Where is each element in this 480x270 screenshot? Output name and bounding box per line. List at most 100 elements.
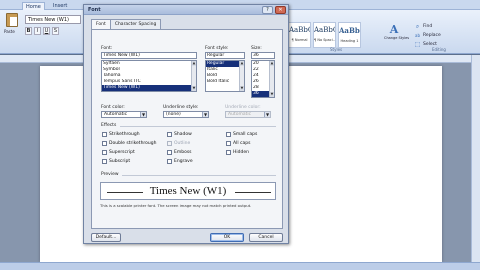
editing-group: ⌕ Find ab Replace ⬚ Select [414,22,476,49]
size-list[interactable]: 20 22 24 26 28 36 ▲ ▼ [251,60,275,98]
scroll-down-icon[interactable]: ▼ [240,86,244,91]
strikethrough-icon[interactable]: S [52,27,59,35]
font-name-input[interactable]: Times New (W1) [101,52,197,59]
checkbox-label: Hidden [233,150,249,155]
binoculars-icon: ⌕ [415,23,420,30]
style-normal[interactable]: AaBbCcI ¶ Normal [288,22,311,48]
checkbox-box [102,132,107,137]
strikethrough-checkbox[interactable]: Strikethrough [102,132,140,137]
close-button[interactable]: ✕ [275,6,286,14]
word-window: Home Insert Paste Times New (W1) B I U S… [0,0,480,270]
scroll-up-icon[interactable]: ▲ [192,61,196,66]
checkbox-box [167,141,172,146]
paste-button[interactable]: Paste [4,13,20,39]
checkbox-box [102,141,107,146]
outline-checkbox[interactable]: Outline [167,141,190,146]
style-no-spacing[interactable]: AaBbCcI ¶ No Spaci... [313,22,336,48]
font-color-select[interactable]: Automatic ▼ [101,111,147,118]
font-style-label: Font style: [205,46,229,51]
underline-style-value: (none) [166,112,181,117]
checkbox-box [226,141,231,146]
preview-divider [122,175,276,176]
bold-icon[interactable]: B [25,27,32,35]
underline-icon[interactable]: U [43,27,50,35]
scroll-down-icon[interactable]: ▼ [270,92,274,97]
font-label: Font: [101,46,113,51]
style-sample: AaBbCc [339,26,360,35]
style-sample: AaBbCcI [314,26,335,34]
checkbox-label: Small caps [233,132,258,137]
chevron-down-icon: ▼ [264,112,270,117]
checkbox-label: Strikethrough [109,132,140,137]
checkbox-box [226,132,231,137]
replace-button[interactable]: ab Replace [414,31,476,40]
double-strikethrough-checkbox[interactable]: Double strikethrough [102,141,156,146]
ribbon-tab-home[interactable]: Home [22,2,45,10]
replace-icon: ab [415,33,420,38]
status-bar [0,262,480,270]
font-name-list[interactable]: Sylfaen Symbol Tahoma Tempus Sans ITC Ti… [101,60,197,92]
checkbox-box [102,150,107,155]
hidden-checkbox[interactable]: Hidden [226,150,249,155]
style-heading-1[interactable]: AaBbCc Heading 1 [338,22,361,48]
checkbox-label: Outline [174,141,191,146]
font-tab-panel: Font: Times New (W1) Sylfaen Symbol Taho… [91,29,283,229]
emboss-checkbox[interactable]: Emboss [167,150,192,155]
font-style-list[interactable]: Regular Italic Bold Bold Italic ▲ ▼ [205,60,245,92]
italic-icon[interactable]: I [34,27,41,35]
checkbox-box [167,159,172,164]
change-styles-label: Change Styles [384,36,410,40]
effects-label: Effects [101,123,117,128]
preview-label: Preview [101,172,119,177]
clipboard-icon [6,13,18,27]
help-button[interactable]: ? [262,6,273,14]
cancel-button[interactable]: Cancel [249,233,283,242]
subscript-checkbox[interactable]: Subscript [102,159,130,164]
tab-character-spacing[interactable]: Character Spacing [109,19,162,29]
size-list-scrollbar[interactable]: ▲ ▼ [269,61,274,97]
dialog-tabs: Font Character Spacing [91,19,162,30]
underline-color-label: Underline color: [225,105,261,110]
select-icon: ⬚ [414,41,421,48]
style-name: ¶ Normal [291,38,308,42]
shadow-checkbox[interactable]: Shadow [167,132,192,137]
vertical-scrollbar[interactable] [471,55,480,262]
checkbox-box [102,159,107,164]
dialog-titlebar[interactable]: Font ? ✕ [84,5,288,15]
effects-divider [120,126,276,127]
small-caps-checkbox[interactable]: Small caps [226,132,257,137]
chevron-down-icon: ▼ [202,112,208,117]
scroll-down-icon[interactable]: ▼ [192,86,196,91]
size-input[interactable]: 36 [251,52,275,59]
checkbox-label: Subscript [109,159,131,164]
quick-styles-gallery: AaBbCcI ¶ Normal AaBbCcI ¶ No Spaci... A… [288,22,361,48]
underline-style-select[interactable]: (none) ▼ [163,111,209,118]
font-style-input[interactable]: Regular [205,52,245,59]
styles-group-label: Styles [330,47,343,52]
ok-button[interactable]: OK [210,233,244,242]
ribbon-tab-insert[interactable]: Insert [50,2,70,10]
preview-text: Times New (W1) [149,185,227,197]
style-sample: AaBbCcI [289,26,310,34]
superscript-checkbox[interactable]: Superscript [102,150,135,155]
all-caps-checkbox[interactable]: All caps [226,141,250,146]
list-item-selected[interactable]: Times New (W1) [102,85,196,91]
style-list-scrollbar[interactable]: ▲ ▼ [239,61,244,91]
checkbox-label: Double strikethrough [109,141,157,146]
scroll-up-icon[interactable]: ▲ [270,61,274,66]
default-button[interactable]: Default... [91,233,121,242]
font-list-scrollbar[interactable]: ▲ ▼ [191,61,196,91]
checkbox-label: Engrave [174,159,193,164]
underline-color-select[interactable]: Automatic ▼ [225,111,271,118]
engrave-checkbox[interactable]: Engrave [167,159,193,164]
change-styles-icon: A [389,23,399,36]
change-styles-button[interactable]: A Change Styles [384,23,409,51]
find-label: Find [423,24,433,29]
checkbox-box [167,150,172,155]
find-button[interactable]: ⌕ Find [414,22,476,31]
checkbox-label: Emboss [174,150,192,155]
scroll-up-icon[interactable]: ▲ [240,61,244,66]
dialog-title: Font [88,7,101,13]
ribbon-font-name-box[interactable]: Times New (W1) [25,15,81,24]
paste-label: Paste [4,29,15,34]
